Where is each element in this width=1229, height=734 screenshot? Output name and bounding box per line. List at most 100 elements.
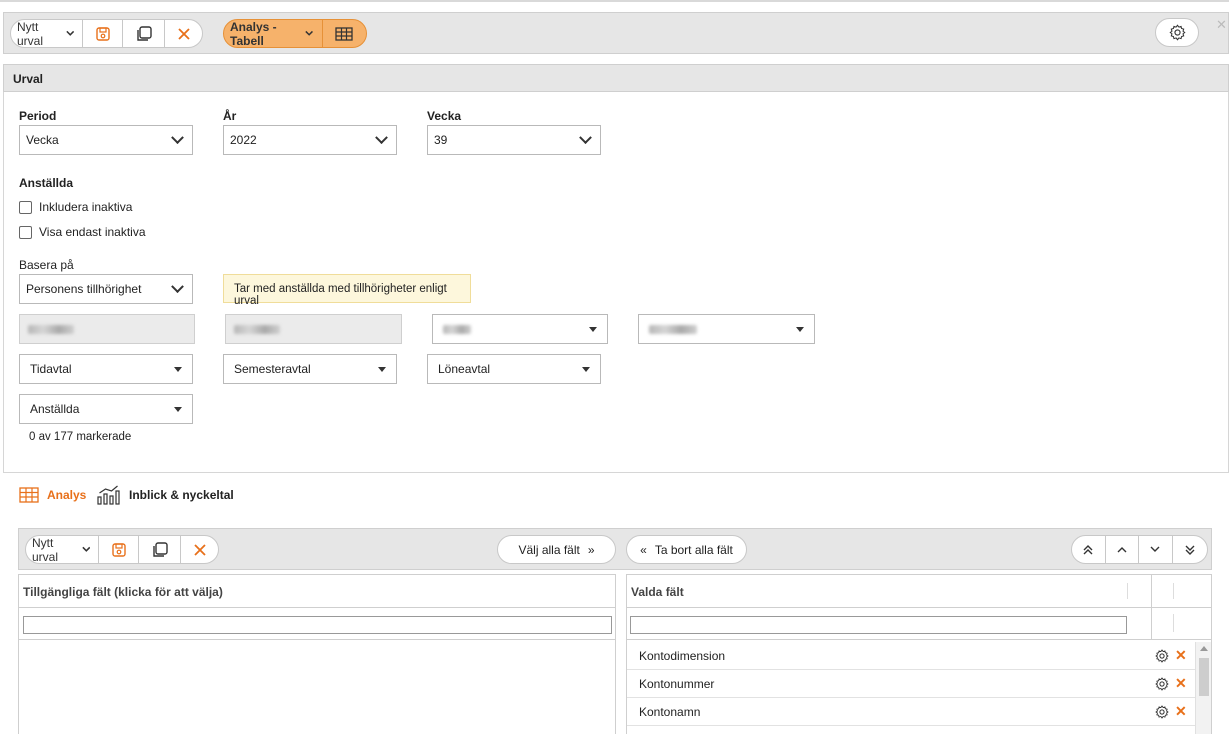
chevron-down-icon — [305, 30, 314, 36]
remove-field-icon[interactable]: ✕ — [1175, 675, 1187, 692]
chevron-down-icon — [171, 130, 184, 144]
view-select-value: Analys - Tabell — [230, 19, 277, 48]
chevron-down-icon — [579, 130, 592, 144]
time-agreement-select[interactable]: Tidavtal — [19, 354, 193, 384]
table-view-button[interactable] — [323, 20, 366, 47]
select-all-button[interactable]: Välj alla fält » — [497, 535, 616, 564]
marked-count: 0 av 177 markerade — [29, 431, 132, 443]
gear-icon[interactable] — [1155, 676, 1169, 691]
base-on-label: Basera på — [19, 258, 74, 272]
column-divider — [1173, 583, 1174, 599]
caret-down-icon — [174, 366, 182, 372]
row-actions: ✕ — [1155, 675, 1187, 692]
hint-box: Tar med anställda med tillhörigheter enl… — [223, 274, 471, 307]
base-on-select[interactable]: Personens tillhörighet — [19, 274, 193, 304]
copy-button[interactable] — [123, 20, 166, 47]
week-label: Vecka — [427, 109, 462, 123]
scrollbar-thumb[interactable] — [1199, 658, 1209, 696]
period-select[interactable]: Vecka — [19, 125, 193, 155]
close-icon — [178, 27, 190, 40]
save-icon — [95, 26, 110, 41]
include-inactive-checkbox[interactable]: Inkludera inaktiva — [19, 200, 132, 214]
column-divider — [1173, 614, 1174, 632]
checkbox-box[interactable] — [19, 225, 32, 239]
close-panel-icon[interactable]: ✕ — [1216, 17, 1227, 33]
salary-agreement-select[interactable]: Löneavtal — [427, 354, 601, 384]
employees-select-label: Anställda — [30, 402, 80, 416]
chevron-double-down-icon — [1185, 545, 1195, 555]
move-bottom-button[interactable] — [1173, 536, 1207, 563]
selection-select-value: Nytt urval — [17, 19, 44, 48]
blurred-field-2 — [225, 314, 402, 344]
employees-select[interactable]: Anställda — [19, 394, 193, 424]
gear-icon[interactable] — [1155, 648, 1169, 663]
save-button[interactable] — [83, 20, 123, 47]
scroll-up-arrow[interactable] — [1200, 646, 1208, 651]
select-all-label: Välj alla fält — [518, 542, 580, 557]
week-select[interactable]: 39 — [427, 125, 601, 155]
tab-analysis[interactable]: Analys — [19, 487, 86, 503]
close-icon — [194, 543, 206, 556]
year-label: År — [223, 109, 237, 123]
base-on-value: Personens tillhörighet — [26, 282, 142, 296]
save-icon — [111, 542, 126, 557]
move-down-button[interactable] — [1139, 536, 1173, 563]
caret-down-icon — [589, 326, 597, 332]
tab-insight[interactable]: Inblick & nyckeltal — [97, 485, 234, 505]
fields-delete-button[interactable] — [181, 536, 218, 563]
blurred-dropdown-2[interactable] — [638, 314, 815, 344]
selection-select[interactable]: Nytt urval — [11, 19, 84, 48]
fields-selection-value: Nytt urval — [32, 535, 59, 564]
scrollbar[interactable] — [1195, 642, 1211, 734]
vacation-agreement-select[interactable]: Semesteravtal — [223, 354, 397, 384]
checkbox-box[interactable] — [19, 200, 32, 214]
order-button-group — [1071, 535, 1208, 564]
remove-all-button[interactable]: « Ta bort alla fält — [626, 535, 747, 564]
fields-selection-group: Nytt urval — [25, 535, 219, 564]
caret-down-icon — [378, 366, 386, 372]
blurred-content — [443, 324, 471, 334]
double-chevron-right-icon: » — [587, 542, 595, 557]
top-divider — [0, 0, 1229, 2]
field-name: Kontonummer — [639, 676, 715, 691]
available-filter-input[interactable] — [23, 616, 612, 634]
time-agreement-label: Tidavtal — [30, 362, 72, 376]
selected-field-row[interactable]: Kontonamn — [627, 698, 1195, 726]
chart-icon — [97, 485, 120, 505]
period-label: Period — [19, 109, 57, 123]
selected-field-row[interactable]: Kontonummer — [627, 670, 1195, 698]
gear-icon — [1168, 24, 1186, 41]
chevron-down-icon — [1150, 546, 1160, 552]
blurred-dropdown-1[interactable] — [432, 314, 608, 344]
chevron-down-icon — [66, 30, 75, 36]
selection-button-group: Nytt urval — [10, 19, 203, 48]
year-select[interactable]: 2022 — [223, 125, 397, 155]
delete-button[interactable] — [165, 20, 202, 47]
fields-copy-button[interactable] — [139, 536, 182, 563]
view-select[interactable]: Analys - Tabell — [224, 20, 323, 47]
chevron-down-icon — [171, 279, 184, 293]
tab-analysis-label: Analys — [47, 488, 87, 502]
chevron-double-up-icon — [1083, 544, 1093, 554]
move-top-button[interactable] — [1072, 536, 1106, 563]
fields-selection-select[interactable]: Nytt urval — [26, 535, 100, 564]
row-actions: ✕ — [1155, 647, 1187, 664]
remove-field-icon[interactable]: ✕ — [1175, 647, 1187, 664]
salary-agreement-label: Löneavtal — [438, 362, 491, 376]
settings-button[interactable] — [1155, 18, 1199, 47]
copy-icon — [152, 541, 168, 557]
remove-all-label: Ta bort alla fält — [654, 542, 733, 557]
move-up-button[interactable] — [1106, 536, 1139, 563]
blurred-content — [234, 324, 280, 334]
urval-header[interactable]: Urval — [3, 64, 1229, 92]
remove-field-icon[interactable]: ✕ — [1175, 703, 1187, 720]
blurred-content — [28, 324, 74, 334]
column-divider — [1151, 608, 1152, 640]
gear-icon[interactable] — [1155, 704, 1169, 719]
fields-save-button[interactable] — [99, 536, 139, 563]
selected-field-row[interactable]: Kontodimension — [627, 642, 1195, 670]
only-inactive-checkbox[interactable]: Visa endast inaktiva — [19, 225, 146, 239]
year-value: 2022 — [230, 133, 257, 147]
field-name: Kontodimension — [639, 648, 726, 663]
selected-filter-input[interactable] — [630, 616, 1127, 634]
